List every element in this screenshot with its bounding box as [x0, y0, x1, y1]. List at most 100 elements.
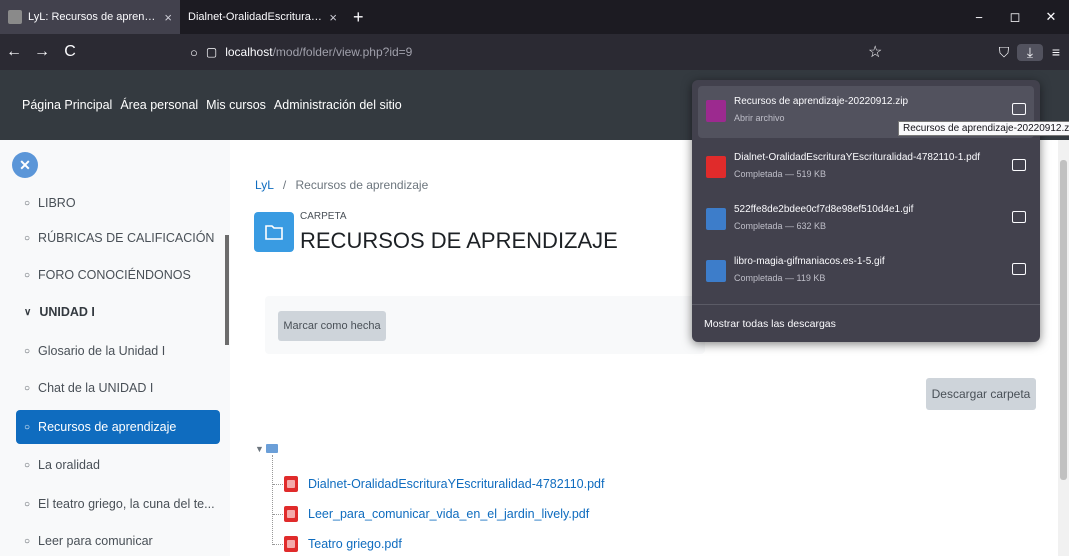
minimize-button[interactable]: −: [961, 10, 997, 25]
close-window-button[interactable]: ✕: [1033, 9, 1069, 25]
download-filename: 522ffe8de2bdee0cf7d8e98ef510d4e1.gif: [734, 204, 914, 215]
tab-close-icon[interactable]: ×: [329, 10, 337, 25]
download-filename: Recursos de aprendizaje-20220912.zip: [734, 96, 909, 107]
drawer-item-recursos[interactable]: ○ Recursos de aprendizaje: [16, 410, 220, 444]
drawer-item-rubricas[interactable]: ○ RÚBRICAS DE CALIFICACIÓN: [16, 221, 220, 255]
nav-dashboard[interactable]: Área personal: [120, 98, 198, 112]
url-host: localhost: [225, 45, 273, 59]
pdf-icon: [284, 536, 298, 552]
drawer-scrollbar[interactable]: [225, 235, 229, 345]
download-item[interactable]: libro-magia-gifmaniacos.es-1-5.gif Compl…: [698, 246, 1034, 298]
pdf-icon: [284, 506, 298, 522]
activity-type-label: CARPETA: [300, 211, 347, 222]
file-item: Teatro griego.pdf: [284, 536, 402, 552]
drawer-section-unidad-i[interactable]: ∨ UNIDAD I: [16, 295, 220, 329]
browser-toolbar: ← → C ○ ▢ localhost/mod/folder/view.php?…: [0, 34, 1069, 70]
image-file-icon: [706, 260, 726, 282]
pocket-icon[interactable]: ⛉: [991, 44, 1017, 61]
download-status: Abrir archivo: [734, 113, 785, 123]
forward-button[interactable]: →: [28, 43, 56, 61]
tab-close-icon[interactable]: ×: [164, 10, 172, 25]
reload-button[interactable]: C: [56, 43, 84, 61]
tab-bar: LyL: Recursos de aprendizaje × Dialnet-O…: [0, 0, 1069, 34]
drawer-item-oralidad[interactable]: ○ La oralidad: [16, 448, 220, 482]
circle-icon: ○: [24, 197, 31, 209]
tree-expand-icon[interactable]: ▼: [255, 444, 264, 454]
circle-icon: ○: [24, 535, 31, 547]
drawer-item-teatro[interactable]: ○ El teatro griego, la cuna del te...: [16, 487, 220, 521]
breadcrumb: LyL / Recursos de aprendizaje: [255, 178, 428, 192]
download-tooltip: Recursos de aprendizaje-20220912.zip: [898, 121, 1069, 136]
file-link[interactable]: Dialnet-OralidadEscrituraYEscrituralidad…: [308, 477, 604, 491]
chevron-down-icon: ∨: [24, 306, 32, 318]
open-folder-icon[interactable]: [1012, 263, 1026, 275]
mark-as-done-button[interactable]: Marcar como hecha: [278, 311, 386, 341]
image-file-icon: [706, 208, 726, 230]
page-scrollbar[interactable]: [1058, 140, 1069, 556]
moodle-favicon-icon: [8, 10, 22, 24]
downloads-button[interactable]: ⤓: [1017, 43, 1043, 61]
download-folder-button[interactable]: Descargar carpeta: [926, 378, 1036, 410]
file-link[interactable]: Teatro griego.pdf: [308, 537, 402, 551]
tree-branch: [273, 514, 283, 515]
drawer-item-leer[interactable]: ○ Leer para comunicar: [16, 524, 220, 556]
breadcrumb-separator: /: [282, 178, 287, 192]
circle-icon: ○: [24, 459, 31, 471]
breadcrumb-home-link[interactable]: LyL: [255, 178, 273, 192]
drawer-item-foro[interactable]: ○ FORO CONOCIÉNDONOS: [16, 258, 220, 292]
download-item[interactable]: 522ffe8de2bdee0cf7d8e98ef510d4e1.gif Com…: [698, 194, 1034, 246]
drawer-item-label: LIBRO: [38, 196, 76, 210]
file-link[interactable]: Leer_para_comunicar_vida_en_el_jardin_li…: [308, 507, 589, 521]
downloads-panel: Recursos de aprendizaje-20220912.zip Abr…: [692, 80, 1040, 342]
tab-lyl-recursos[interactable]: LyL: Recursos de aprendizaje ×: [0, 0, 180, 34]
drawer-item-label: RÚBRICAS DE CALIFICACIÓN: [38, 231, 215, 245]
menu-icon[interactable]: ≡: [1043, 44, 1069, 60]
tab-title: LyL: Recursos de aprendizaje: [28, 11, 159, 23]
circle-icon: ○: [24, 498, 31, 510]
address-bar[interactable]: ○ ▢ localhost/mod/folder/view.php?id=9: [180, 38, 900, 66]
drawer-item-chat[interactable]: ○ Chat de la UNIDAD I: [16, 371, 220, 405]
file-item: Dialnet-OralidadEscrituraYEscrituralidad…: [284, 476, 604, 492]
scrollbar-thumb[interactable]: [1060, 160, 1067, 480]
drawer-item-label: El teatro griego, la cuna del te...: [38, 497, 215, 511]
download-status: Completada — 119 KB: [734, 273, 826, 283]
open-folder-icon[interactable]: [1012, 159, 1026, 171]
zip-archive-icon: [706, 100, 726, 122]
drawer-item-label: Recursos de aprendizaje: [38, 420, 177, 434]
show-all-downloads[interactable]: Mostrar todas las descargas: [692, 304, 1040, 342]
tree-branch: [273, 484, 283, 485]
pdf-icon: [706, 156, 726, 178]
breadcrumb-current: Recursos de aprendizaje: [295, 178, 429, 192]
new-tab-button[interactable]: +: [353, 7, 364, 28]
circle-icon: ○: [24, 345, 31, 357]
pdf-icon: [284, 476, 298, 492]
drawer-item-label: FORO CONOCIÉNDONOS: [38, 268, 191, 282]
drawer-item-label: Leer para comunicar: [38, 534, 153, 548]
page-title: RECURSOS DE APRENDIZAJE: [300, 228, 618, 253]
circle-icon: ○: [24, 382, 31, 394]
bookmark-star-icon[interactable]: ☆: [868, 42, 882, 62]
drawer-item-label: Glosario de la Unidad I: [38, 344, 166, 358]
open-folder-icon[interactable]: [1012, 103, 1026, 115]
drawer-item-glosario[interactable]: ○ Glosario de la Unidad I: [16, 334, 220, 368]
nav-site-admin[interactable]: Administración del sitio: [274, 98, 402, 112]
drawer-item-libro[interactable]: ○ LIBRO: [16, 186, 220, 220]
download-status: Completada — 632 KB: [734, 221, 827, 231]
back-button[interactable]: ←: [0, 43, 28, 61]
open-folder-icon[interactable]: [1012, 211, 1026, 223]
tab-title: Dialnet-OralidadEscrituraYEscritural: [188, 11, 324, 23]
drawer-item-label: La oralidad: [38, 458, 100, 472]
nav-home[interactable]: Página Principal: [22, 98, 112, 112]
download-status: Completada — 519 KB: [734, 169, 827, 179]
maximize-button[interactable]: ◻: [997, 9, 1033, 25]
download-filename: libro-magia-gifmaniacos.es-1-5.gif: [734, 256, 885, 267]
download-filename: Dialnet-OralidadEscrituraYEscrituralidad…: [734, 152, 981, 163]
nav-my-courses[interactable]: Mis cursos: [206, 98, 266, 112]
download-item[interactable]: Dialnet-OralidadEscrituraYEscrituralidad…: [698, 142, 1034, 194]
toolbar-right: ⛉ ⤓ ≡: [991, 34, 1069, 70]
close-drawer-button[interactable]: ✕: [12, 152, 38, 178]
page-icon: ▢: [205, 45, 218, 59]
circle-icon: ○: [24, 421, 31, 433]
circle-icon: ○: [24, 269, 31, 281]
tab-dialnet[interactable]: Dialnet-OralidadEscrituraYEscritural ×: [180, 0, 345, 34]
